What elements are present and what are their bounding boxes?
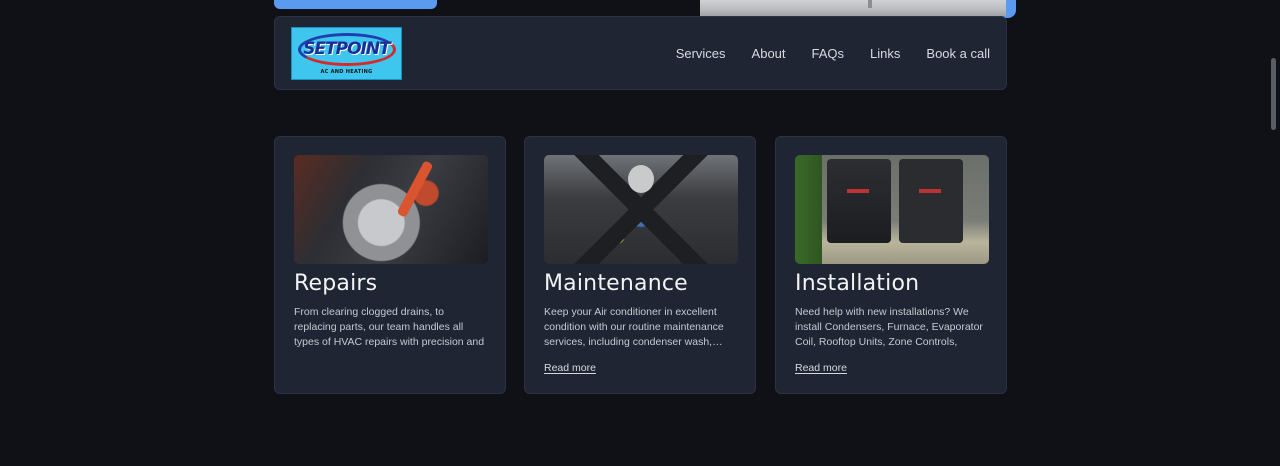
installation-image <box>795 155 989 264</box>
service-title: Installation <box>795 271 920 296</box>
nav-services[interactable]: Services <box>676 46 726 61</box>
service-description: Need help with new installations? We ins… <box>795 306 983 348</box>
read-more-link[interactable]: Read more <box>795 362 847 374</box>
top-cta-button-edge[interactable] <box>274 0 437 9</box>
main-nav: Services About FAQs Links Book a call <box>676 46 990 61</box>
repairs-image <box>294 155 488 264</box>
service-card-installation: Installation Need help with new installa… <box>775 136 1007 394</box>
page: SETPOINT AC AND HEATING Services About F… <box>0 0 1280 466</box>
service-title: Repairs <box>294 271 378 296</box>
service-description: Keep your Air conditioner in excellent c… <box>544 306 724 348</box>
nav-about[interactable]: About <box>752 46 786 61</box>
service-card-maintenance: Maintenance Keep your Air conditioner in… <box>524 136 756 394</box>
maintenance-image <box>544 155 738 264</box>
nav-faqs[interactable]: FAQs <box>812 46 845 61</box>
service-card-repairs: Repairs From clearing clogged drains, to… <box>274 136 506 394</box>
logo-tagline: AC AND HEATING <box>320 68 373 75</box>
service-description: From clearing clogged drains, to replaci… <box>294 306 485 348</box>
page-scrollbar-thumb[interactable] <box>1271 58 1276 130</box>
service-title: Maintenance <box>544 271 688 296</box>
hero-image-edge <box>700 0 1006 16</box>
read-more-link[interactable]: Read more <box>544 362 596 374</box>
nav-links[interactable]: Links <box>870 46 900 61</box>
site-header: SETPOINT AC AND HEATING Services About F… <box>274 16 1007 90</box>
setpoint-logo[interactable]: SETPOINT AC AND HEATING <box>291 26 402 80</box>
logo-brand-text: SETPOINT <box>303 38 391 59</box>
nav-book-a-call[interactable]: Book a call <box>926 46 990 61</box>
